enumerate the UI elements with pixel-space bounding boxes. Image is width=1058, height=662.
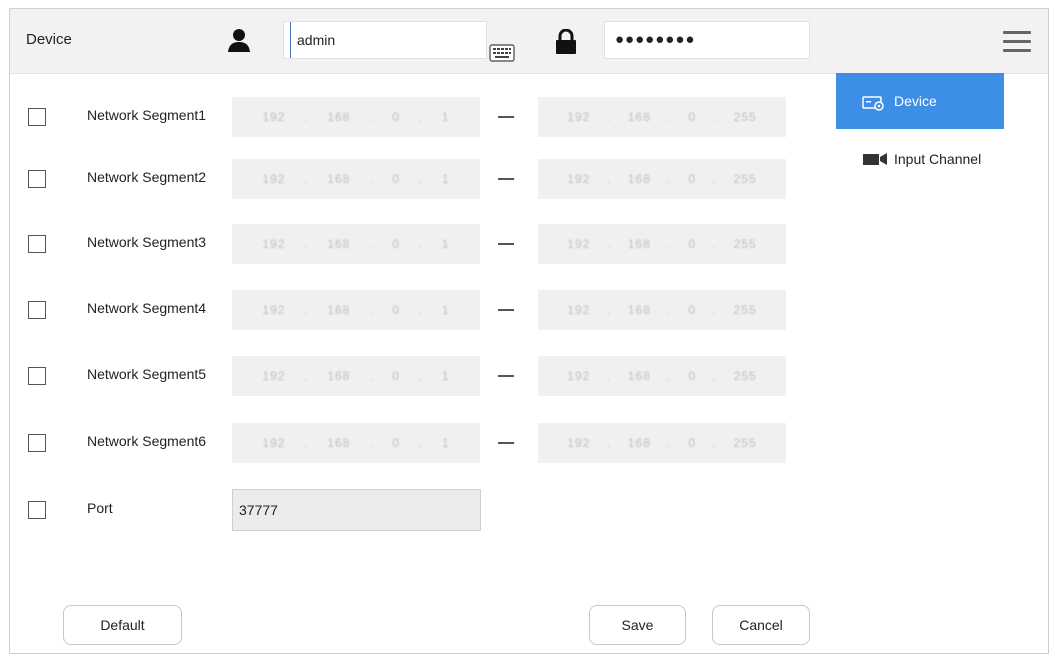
- segment6-label: Network Segment6: [87, 433, 207, 449]
- segment1-label: Network Segment1: [87, 107, 207, 123]
- sidebar: Device Input Channel: [836, 73, 1048, 653]
- port-row: Port: [10, 489, 830, 531]
- segment-row-3: Network Segment3 192. 168. 0. 1 192. 168. 0. 2…: [10, 224, 830, 264]
- segment2-end-ip[interactable]: 192. 168. 0. 255: [538, 159, 786, 199]
- segment-row-5: Network Segment5 192. 168. 0. 1 192. 168. 0. 2…: [10, 356, 830, 396]
- device-settings-icon: [862, 96, 884, 111]
- password-value: ●●●●●●●●: [615, 31, 696, 48]
- range-dash: [498, 442, 514, 444]
- range-dash: [498, 178, 514, 180]
- segment2-start-ip[interactable]: 192. 168. 0. 1: [232, 159, 480, 199]
- segment4-end-ip[interactable]: 192. 168. 0. 255: [538, 290, 786, 330]
- segment-row-2: Network Segment2 192. 168. 0. 1 192. 168. 0. 2…: [10, 159, 830, 199]
- segment5-start-ip[interactable]: 192. 168. 0. 1: [232, 356, 480, 396]
- segment3-end-ip[interactable]: 192. 168. 0. 255: [538, 224, 786, 264]
- segment3-label: Network Segment3: [87, 234, 207, 250]
- user-icon: [228, 29, 250, 52]
- segment6-checkbox[interactable]: [28, 434, 46, 452]
- keyboard-icon[interactable]: [489, 44, 515, 62]
- segment1-checkbox[interactable]: [28, 108, 46, 126]
- segment4-checkbox[interactable]: [28, 301, 46, 319]
- port-field[interactable]: [232, 489, 481, 531]
- device-search-window: Device ●●●●●●●● Network Segment1: [9, 8, 1049, 654]
- range-dash: [498, 243, 514, 245]
- page-title: Device: [26, 31, 72, 48]
- segment5-checkbox[interactable]: [28, 367, 46, 385]
- segment2-checkbox[interactable]: [28, 170, 46, 188]
- segment4-start-ip[interactable]: 192. 168. 0. 1: [232, 290, 480, 330]
- sidebar-item-input-channel[interactable]: Input Channel: [836, 137, 1004, 193]
- sidebar-item-device[interactable]: Device: [836, 73, 1004, 129]
- username-input[interactable]: [290, 22, 477, 58]
- default-button[interactable]: Default: [63, 605, 182, 645]
- save-button[interactable]: Save: [589, 605, 686, 645]
- port-input[interactable]: [233, 490, 469, 530]
- segment1-end-ip[interactable]: 192. 168. 0. 255: [538, 97, 786, 137]
- password-field[interactable]: ●●●●●●●●: [604, 21, 810, 59]
- sidebar-item-label: Device: [894, 93, 937, 109]
- segment3-checkbox[interactable]: [28, 235, 46, 253]
- port-checkbox[interactable]: [28, 501, 46, 519]
- segment6-end-ip[interactable]: 192. 168. 0. 255: [538, 423, 786, 463]
- cancel-button[interactable]: Cancel: [712, 605, 810, 645]
- sidebar-item-label: Input Channel: [894, 151, 982, 167]
- username-field[interactable]: [283, 21, 487, 59]
- lock-icon: [556, 29, 576, 54]
- segment-row-4: Network Segment4 192. 168. 0. 1 192. 168. 0. 2…: [10, 290, 830, 330]
- segment5-end-ip[interactable]: 192. 168. 0. 255: [538, 356, 786, 396]
- segment3-start-ip[interactable]: 192. 168. 0. 1: [232, 224, 480, 264]
- segment-row-6: Network Segment6 192. 168. 0. 1 192. 168. 0. 2…: [10, 423, 830, 463]
- camera-icon: [863, 153, 887, 165]
- segment5-label: Network Segment5: [87, 366, 207, 382]
- header-bar: Device ●●●●●●●●: [10, 9, 1048, 74]
- range-dash: [498, 375, 514, 377]
- segment6-start-ip[interactable]: 192. 168. 0. 1: [232, 423, 480, 463]
- menu-icon[interactable]: [1003, 31, 1031, 53]
- port-label: Port: [87, 500, 113, 516]
- range-dash: [498, 309, 514, 311]
- range-dash: [498, 116, 514, 118]
- segment-row-1: Network Segment1 192. 168. 0. 1 192. 168. 0. 2…: [10, 97, 830, 137]
- segment2-label: Network Segment2: [87, 169, 207, 185]
- segment4-label: Network Segment4: [87, 300, 207, 316]
- segment1-start-ip[interactable]: 192. 168. 0. 1: [232, 97, 480, 137]
